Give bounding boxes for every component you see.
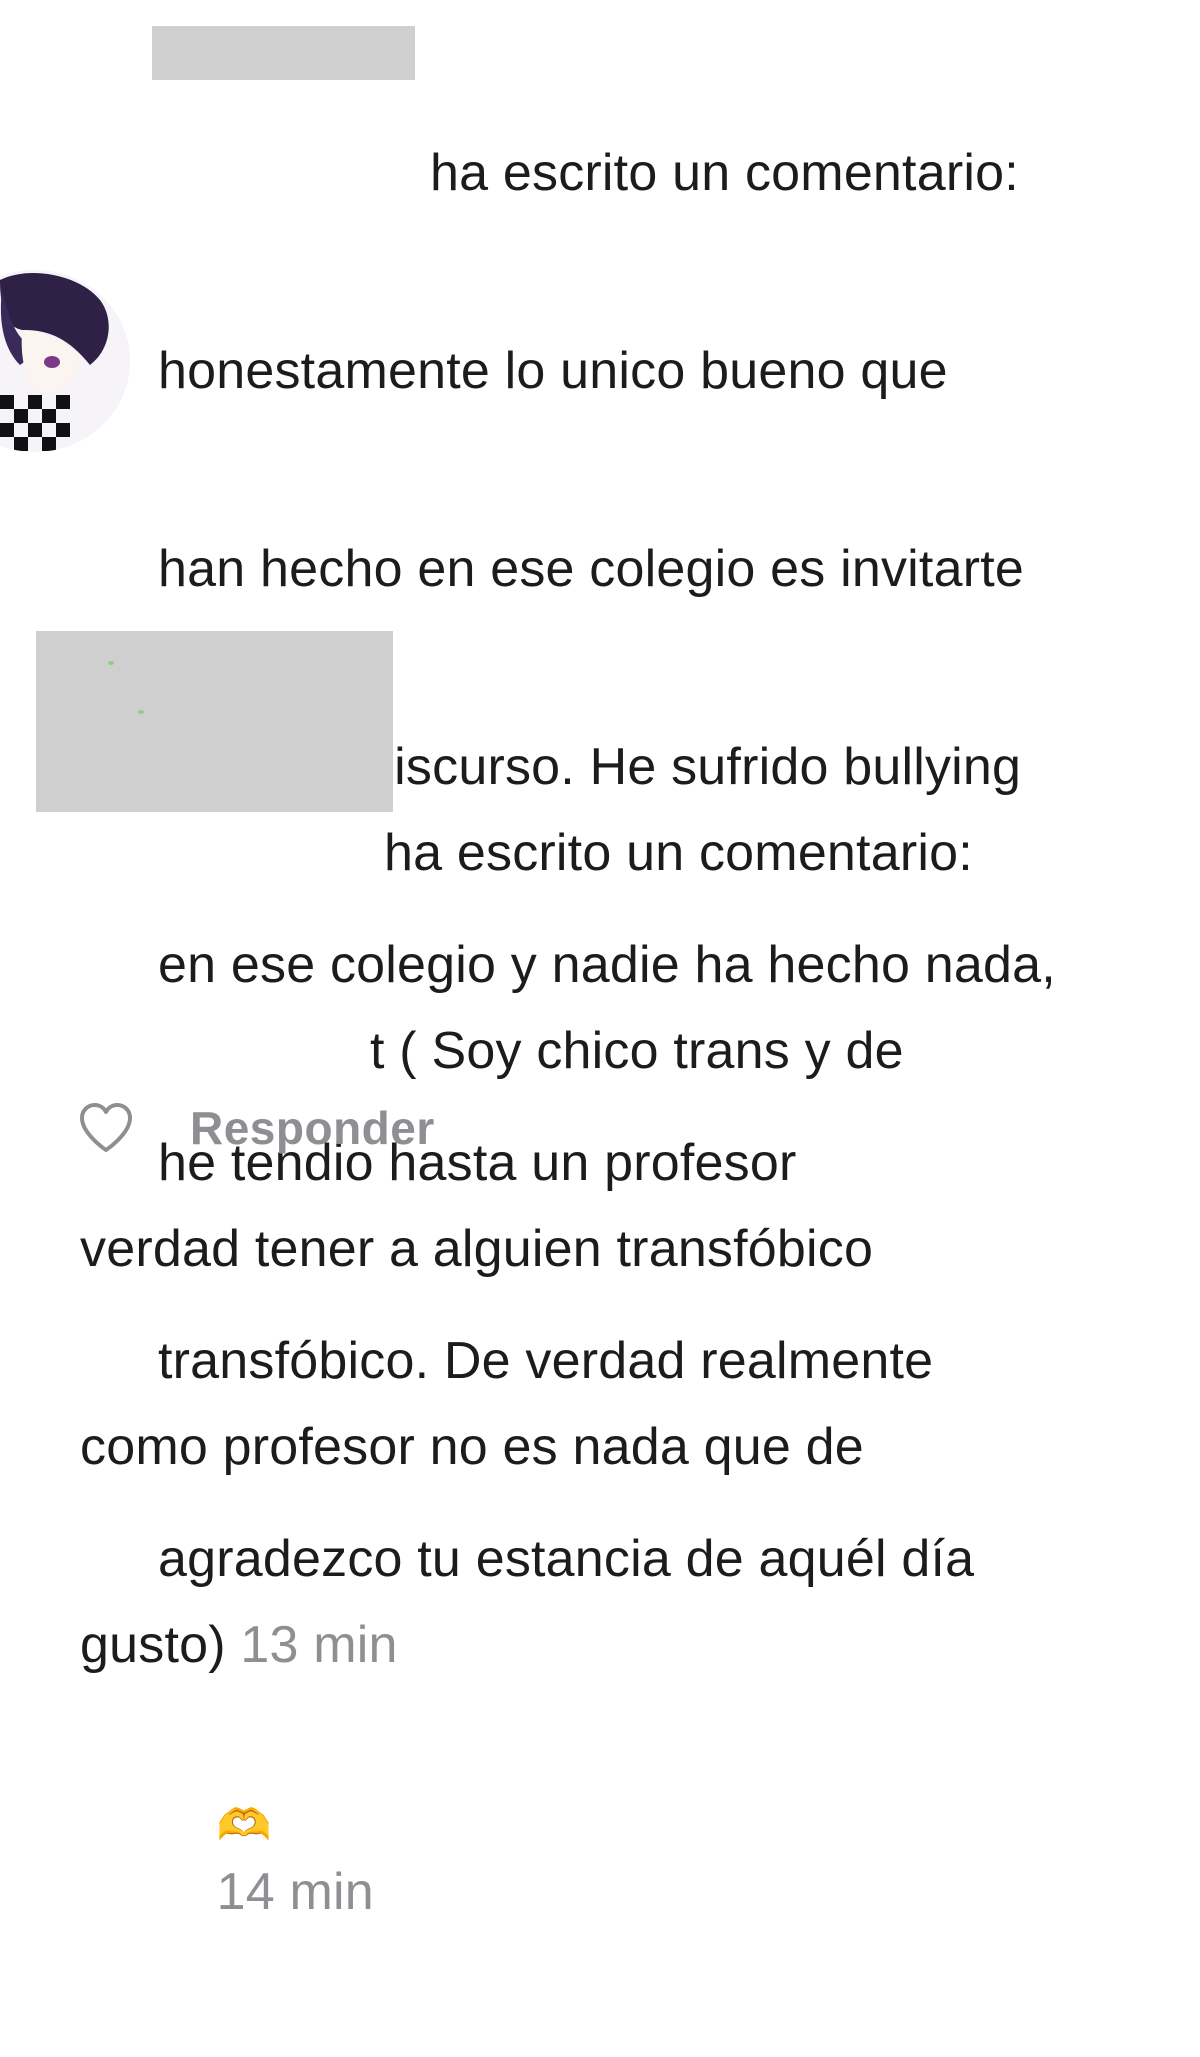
reply-row: Responder xyxy=(78,1098,435,1158)
comment-2-meta: gusto) 13 min xyxy=(80,1612,1180,1678)
redacted-username-2 xyxy=(36,631,393,812)
heart-outline-icon[interactable] xyxy=(78,1102,134,1154)
avatar[interactable] xyxy=(0,270,130,452)
comment-2-mention-fragment[interactable]: t xyxy=(370,1022,385,1080)
comment-2: ha escrito un comentario: t ( Soy chico … xyxy=(80,688,1180,1744)
reply-button[interactable]: Responder xyxy=(190,1101,435,1155)
comment-2-last-line: gusto) xyxy=(80,1616,226,1674)
comment-1-line: honestamente lo unico bueno que xyxy=(158,342,948,400)
comment-2-line: verdad tener a alguien transfóbico xyxy=(80,1220,874,1278)
redaction-speck-icon xyxy=(108,661,144,714)
comment-1-header-text: ha escrito un comentario: xyxy=(430,144,1019,202)
comment-2-header-text: ha escrito un comentario: xyxy=(384,824,973,882)
comment-1-line: han hecho en ese colegio es invitarte xyxy=(158,540,1024,598)
comment-1-meta: 🫶 14 min xyxy=(158,1724,1188,1991)
avatar-illustration-icon xyxy=(0,270,130,452)
comment-1-timestamp: 14 min xyxy=(216,1863,374,1921)
comment-2-header: ha escrito un comentario: xyxy=(384,820,1180,886)
comment-2-line-rest: ( Soy chico trans y de xyxy=(384,1022,904,1080)
heart-hands-emoji: 🫶 xyxy=(216,1800,272,1851)
comment-1-header: ha escrito un comentario: xyxy=(430,140,1188,206)
comment-2-timestamp: 13 min xyxy=(240,1616,398,1674)
comment-2-line: t ( Soy chico trans y de xyxy=(370,1018,1180,1084)
comment-2-line: como profesor no es nada que de xyxy=(80,1418,864,1476)
